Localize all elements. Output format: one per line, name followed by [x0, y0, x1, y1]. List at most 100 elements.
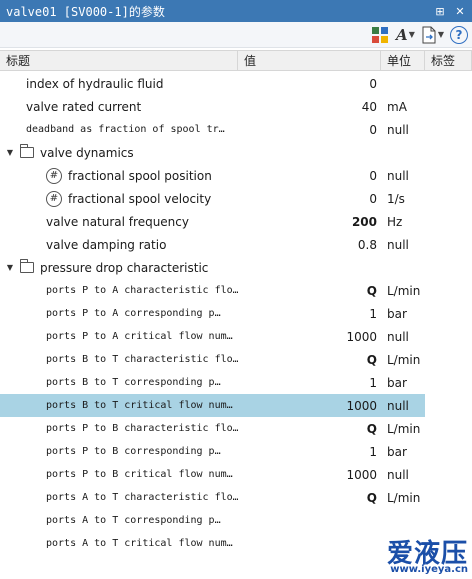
table-row[interactable]: # fractional spool position 0 null — [0, 164, 472, 187]
table-row[interactable]: ports P to B characteristic flo… Q L/min — [0, 417, 472, 440]
row-unit[interactable]: null — [381, 233, 425, 256]
row-tag[interactable] — [425, 532, 472, 555]
table-row[interactable]: # fractional spool velocity 0 1/s — [0, 187, 472, 210]
row-value[interactable]: 0 — [238, 164, 381, 187]
row-unit[interactable]: L/min — [381, 486, 425, 509]
column-header-unit[interactable]: 单位 — [381, 51, 425, 70]
row-label: ports P to B characteristic flo… — [46, 423, 238, 434]
table-row[interactable]: ports B to T critical flow num… 1000 null — [0, 394, 472, 417]
row-tag[interactable] — [425, 371, 472, 394]
table-row[interactable]: ports A to T corresponding p… — [0, 509, 472, 532]
row-tag[interactable] — [425, 486, 472, 509]
column-header-tag[interactable]: 标签 — [425, 51, 472, 70]
row-unit[interactable]: null — [381, 394, 425, 417]
row-tag[interactable] — [425, 325, 472, 348]
row-value[interactable] — [238, 532, 381, 555]
row-label: ports B to T corresponding p… — [46, 377, 221, 388]
row-tag[interactable] — [425, 164, 472, 187]
row-value[interactable]: 0 — [238, 118, 381, 141]
row-value[interactable]: 1 — [238, 302, 381, 325]
row-title-cell: ▼ pressure drop characteristic — [0, 256, 238, 279]
row-value[interactable]: 1 — [238, 440, 381, 463]
row-value[interactable]: 0 — [238, 72, 381, 95]
expand-caret-icon[interactable]: ▼ — [4, 263, 16, 272]
table-row[interactable]: valve natural frequency 200 Hz — [0, 210, 472, 233]
table-row[interactable]: ports P to A critical flow num… 1000 null — [0, 325, 472, 348]
row-unit[interactable]: null — [381, 118, 425, 141]
font-button[interactable]: A ▼ — [396, 25, 415, 45]
row-label: ports A to T critical flow num… — [46, 538, 233, 549]
row-tag[interactable] — [425, 348, 472, 371]
row-value[interactable]: Q — [238, 417, 381, 440]
row-tag[interactable] — [425, 279, 472, 302]
row-unit[interactable] — [381, 509, 425, 532]
table-row[interactable]: ports B to T characteristic flo… Q L/min — [0, 348, 472, 371]
row-label: valve damping ratio — [46, 237, 167, 252]
export-button[interactable]: ▼ — [421, 25, 444, 45]
row-value[interactable]: 40 — [238, 95, 381, 118]
table-row[interactable]: ports P to B corresponding p… 1 bar — [0, 440, 472, 463]
column-header-value[interactable]: 值 — [238, 51, 381, 70]
table-row[interactable]: valve rated current 40 mA — [0, 95, 472, 118]
row-unit[interactable]: bar — [381, 302, 425, 325]
help-button[interactable]: ? — [450, 25, 468, 45]
table-row[interactable]: ports P to A corresponding p… 1 bar — [0, 302, 472, 325]
row-unit[interactable]: 1/s — [381, 187, 425, 210]
table-row[interactable]: valve damping ratio 0.8 null — [0, 233, 472, 256]
row-value[interactable]: 200 — [238, 210, 381, 233]
row-unit[interactable]: Hz — [381, 210, 425, 233]
row-title-cell: ports P to A critical flow num… — [0, 325, 238, 348]
row-unit[interactable] — [381, 532, 425, 555]
row-value[interactable]: 1 — [238, 371, 381, 394]
row-unit[interactable] — [381, 72, 425, 95]
close-icon[interactable]: ✕ — [452, 3, 468, 19]
chevron-down-icon: ▼ — [437, 30, 444, 39]
row-tag[interactable] — [425, 233, 472, 256]
row-value[interactable]: 1000 — [238, 463, 381, 486]
row-unit[interactable]: null — [381, 463, 425, 486]
column-header-name[interactable]: 标题 — [0, 51, 238, 70]
row-tag[interactable] — [425, 302, 472, 325]
row-unit[interactable]: mA — [381, 95, 425, 118]
table-row[interactable]: ports P to A characteristic flo… Q L/min — [0, 279, 472, 302]
row-tag[interactable] — [425, 417, 472, 440]
row-unit[interactable]: L/min — [381, 279, 425, 302]
group-row[interactable]: ▼ valve dynamics — [0, 141, 472, 164]
row-tag[interactable] — [425, 440, 472, 463]
row-tag[interactable] — [425, 394, 472, 417]
table-row[interactable]: deadband as fraction of spool tr… 0 null — [0, 118, 472, 141]
row-unit[interactable]: bar — [381, 371, 425, 394]
table-row[interactable]: ports P to B critical flow num… 1000 null — [0, 463, 472, 486]
row-unit[interactable]: null — [381, 164, 425, 187]
group-row[interactable]: ▼ pressure drop characteristic — [0, 256, 472, 279]
row-label: ports P to A characteristic flo… — [46, 285, 238, 296]
table-row[interactable]: index of hydraulic fluid 0 — [0, 72, 472, 95]
row-value[interactable]: Q — [238, 348, 381, 371]
table-header: 标题 值 单位 标签 — [0, 50, 472, 71]
row-unit[interactable]: L/min — [381, 417, 425, 440]
table-row[interactable]: ports A to T critical flow num… — [0, 532, 472, 555]
row-tag[interactable] — [425, 210, 472, 233]
row-value[interactable]: Q — [238, 486, 381, 509]
expand-caret-icon[interactable]: ▼ — [4, 148, 16, 157]
row-tag[interactable] — [425, 187, 472, 210]
row-title-cell: ports P to B characteristic flo… — [0, 417, 238, 440]
row-tag[interactable] — [425, 463, 472, 486]
row-value[interactable]: 1000 — [238, 394, 381, 417]
row-tag[interactable] — [425, 509, 472, 532]
row-tag[interactable] — [425, 118, 472, 141]
table-row[interactable]: ports A to T characteristic flo… Q L/min — [0, 486, 472, 509]
table-row[interactable]: ports B to T corresponding p… 1 bar — [0, 371, 472, 394]
row-value[interactable] — [238, 509, 381, 532]
row-value[interactable]: 0.8 — [238, 233, 381, 256]
row-unit[interactable]: bar — [381, 440, 425, 463]
row-unit[interactable]: L/min — [381, 348, 425, 371]
row-tag[interactable] — [425, 95, 472, 118]
row-value[interactable]: Q — [238, 279, 381, 302]
row-value[interactable]: 0 — [238, 187, 381, 210]
layout-grid-button[interactable] — [370, 25, 390, 45]
row-tag[interactable] — [425, 72, 472, 95]
row-value[interactable]: 1000 — [238, 325, 381, 348]
pin-icon[interactable]: ⊞ — [432, 3, 448, 19]
row-unit[interactable]: null — [381, 325, 425, 348]
